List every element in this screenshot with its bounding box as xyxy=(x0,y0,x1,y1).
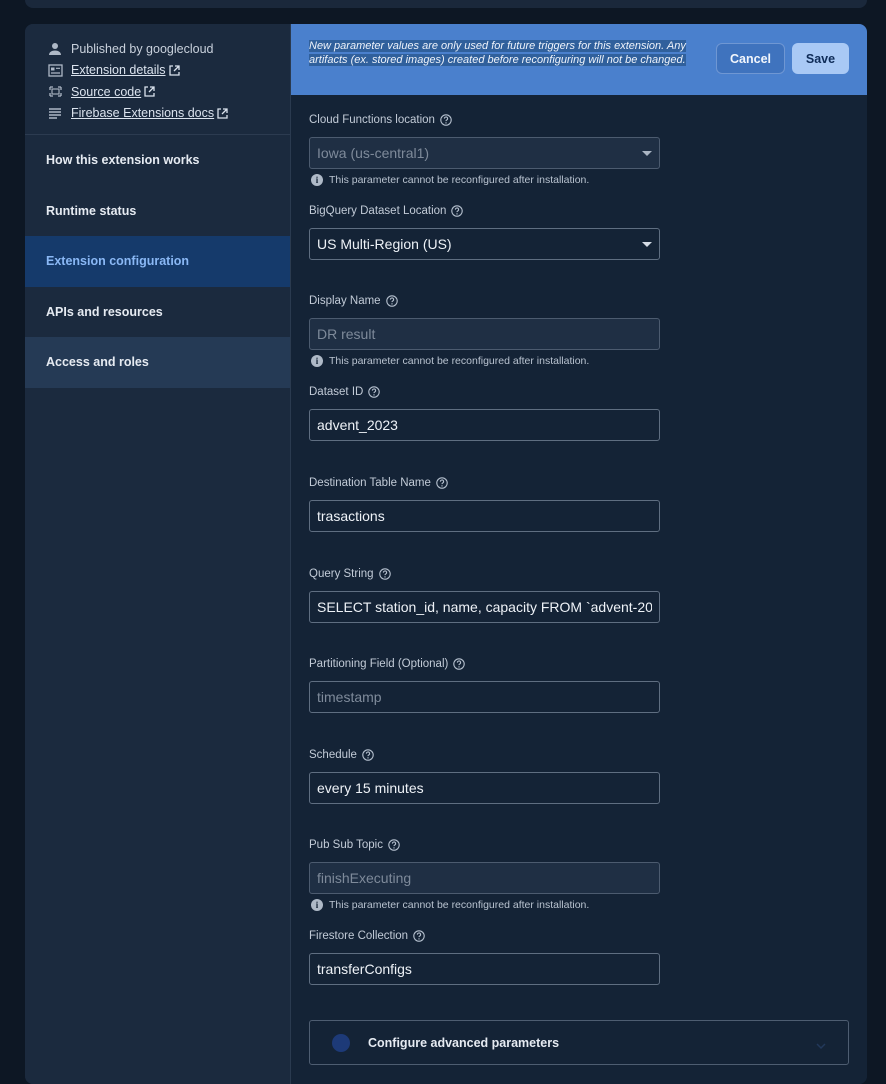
display-name-input: DR result xyxy=(309,318,660,350)
toggle-switch[interactable] xyxy=(332,1033,350,1052)
source-code-link[interactable]: Source code xyxy=(71,85,141,99)
firebase-docs-link-row[interactable]: Firebase Extensions docs xyxy=(47,103,290,125)
details-card-icon xyxy=(47,62,63,78)
save-button[interactable]: Save xyxy=(792,43,849,74)
dropdown-arrow-icon xyxy=(642,150,652,156)
field-schedule: Schedule every 15 minutes xyxy=(309,747,660,804)
field-label: Partitioning Field (Optional) xyxy=(309,658,449,670)
help-icon[interactable] xyxy=(368,386,381,398)
person-icon xyxy=(47,41,63,57)
field-label: BigQuery Dataset Location xyxy=(309,205,447,217)
field-label: Destination Table Name xyxy=(309,477,431,489)
help-icon[interactable] xyxy=(451,205,464,217)
help-icon[interactable] xyxy=(413,930,425,942)
field-label: Pub Sub Topic xyxy=(309,839,383,851)
nav-extension-configuration[interactable]: Extension configuration xyxy=(25,236,290,287)
configuration-panel: New parameter values are only used for f… xyxy=(291,24,867,1084)
dataset-id-input[interactable]: advent_2023 xyxy=(309,409,660,441)
field-label: Display Name xyxy=(309,295,381,307)
reconfigure-banner: New parameter values are only used for f… xyxy=(291,24,867,95)
info-icon: i xyxy=(311,355,323,367)
nav-apis-and-resources[interactable]: APIs and resources xyxy=(25,287,290,338)
nav-how-it-works[interactable]: How this extension works xyxy=(25,135,290,186)
top-card-edge xyxy=(25,0,867,8)
external-link-icon xyxy=(168,65,180,76)
field-display-name: Display Name DR result i This parameter c… xyxy=(309,293,660,368)
field-query-string: Query String SELECT station_id, name, ca… xyxy=(309,566,660,623)
field-dataset-id: Dataset ID advent_2023 xyxy=(309,384,660,441)
source-code-icon xyxy=(47,84,63,100)
extension-details-link[interactable]: Extension details xyxy=(71,63,166,77)
published-by: Published by googlecloud xyxy=(47,38,290,60)
field-pub-sub-topic: Pub Sub Topic finishExecuting i This para… xyxy=(309,837,660,912)
cloud-functions-location-select: Iowa (us-central1) xyxy=(309,137,660,169)
firestore-collection-input[interactable]: transferConfigs xyxy=(309,953,660,985)
nav-runtime-status[interactable]: Runtime status xyxy=(25,186,290,237)
field-label: Schedule xyxy=(309,749,357,761)
chevron-down-icon xyxy=(816,1038,826,1050)
query-string-input[interactable]: SELECT station_id, name, capacity FROM `… xyxy=(309,591,660,623)
field-label: Cloud Functions location xyxy=(309,114,435,126)
help-icon[interactable] xyxy=(453,658,466,670)
destination-table-name-input[interactable]: trasactions xyxy=(309,500,660,532)
schedule-input[interactable]: every 15 minutes xyxy=(309,772,660,804)
help-icon[interactable] xyxy=(388,839,400,851)
configure-advanced-parameters-toggle[interactable]: Configure advanced parameters xyxy=(309,1020,849,1065)
field-firestore-collection: Firestore Collection transferConfigs xyxy=(309,928,660,985)
help-icon[interactable] xyxy=(378,568,391,580)
pub-sub-topic-input: finishExecuting xyxy=(309,862,660,894)
extension-details-link-row[interactable]: Extension details xyxy=(47,60,290,82)
extension-card: Published by googlecloud Extension detai… xyxy=(25,24,867,1084)
help-icon[interactable] xyxy=(362,749,374,761)
bigquery-dataset-location-select[interactable]: US Multi-Region (US) xyxy=(309,228,660,260)
banner-message: New parameter values are only used for f… xyxy=(309,40,686,66)
published-by-text: Published by googlecloud xyxy=(71,41,214,56)
info-icon: i xyxy=(311,174,323,186)
external-link-icon xyxy=(217,108,228,119)
dropdown-arrow-icon xyxy=(642,241,652,247)
partitioning-field-input[interactable]: timestamp xyxy=(309,681,660,713)
external-link-icon xyxy=(144,86,155,97)
info-icon: i xyxy=(311,899,323,911)
help-icon[interactable] xyxy=(385,295,398,307)
reconfigure-note: i This parameter cannot be reconfigured a… xyxy=(309,354,660,368)
help-icon[interactable] xyxy=(440,114,452,126)
reconfigure-note: i This parameter cannot be reconfigured a… xyxy=(309,898,660,912)
field-label: Firestore Collection xyxy=(309,930,409,942)
field-cloud-functions-location: Cloud Functions location Iowa (us-centra… xyxy=(309,112,660,187)
field-destination-table-name: Destination Table Name trasactions xyxy=(309,475,660,532)
field-label: Dataset ID xyxy=(309,386,364,398)
field-partitioning-field: Partitioning Field (Optional) timestamp xyxy=(309,656,660,713)
firebase-docs-link[interactable]: Firebase Extensions docs xyxy=(71,106,214,120)
sidebar: Published by googlecloud Extension detai… xyxy=(25,24,291,1084)
docs-lines-icon xyxy=(47,105,63,121)
nav-access-and-roles[interactable]: Access and roles xyxy=(25,337,290,388)
reconfigure-note: i This parameter cannot be reconfigured a… xyxy=(309,173,660,187)
field-label: Query String xyxy=(309,568,374,580)
source-code-link-row[interactable]: Source code xyxy=(47,81,290,103)
sidebar-links: Published by googlecloud Extension detai… xyxy=(25,24,290,135)
cancel-button[interactable]: Cancel xyxy=(716,43,785,74)
help-icon[interactable] xyxy=(436,477,448,489)
field-bigquery-dataset-location: BigQuery Dataset Location US Multi-Regio… xyxy=(309,203,660,260)
advanced-label: Configure advanced parameters xyxy=(368,1035,560,1050)
